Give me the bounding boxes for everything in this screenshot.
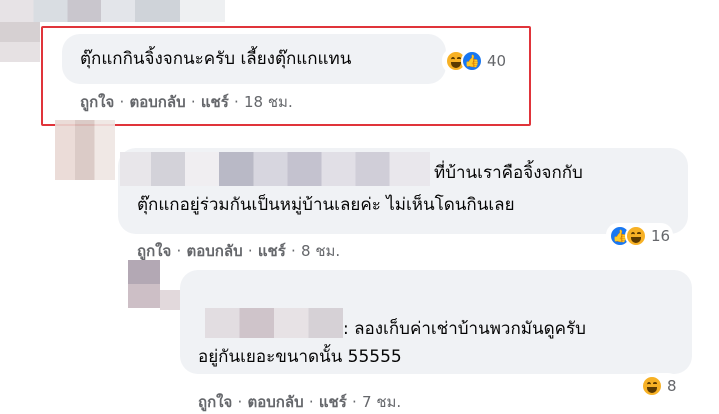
timestamp[interactable]: 7 ชม. <box>362 393 401 411</box>
comment-text-3b: อยู่กันเยอะขนาดนั้น 55555 <box>198 347 402 367</box>
pixelated-avatar-1b <box>0 22 40 62</box>
reaction-summary-2[interactable]: 👍 16 <box>606 223 674 249</box>
reply-button[interactable]: ตอบกลับ <box>187 242 243 260</box>
reply-button[interactable]: ตอบกลับ <box>248 393 304 411</box>
pixelated-avatar-2 <box>55 120 115 180</box>
reaction-summary-3[interactable]: 8 <box>638 373 680 399</box>
pixelated-avatar-3 <box>128 260 160 308</box>
like-button[interactable]: ถูกใจ <box>198 393 232 411</box>
comment-text-3a: : ลองเก็บค่าเช่าบ้านพวกมันดูครับ <box>343 319 586 339</box>
comment-actions-2: ถูกใจ · ตอบกลับ · แชร์ · 8 ชม. <box>137 242 341 260</box>
pixelated-name-3b <box>205 308 343 338</box>
share-button[interactable]: แชร์ <box>258 242 286 260</box>
reaction-count: 8 <box>667 377 677 395</box>
share-button[interactable]: แชร์ <box>319 393 347 411</box>
haha-icon <box>625 225 647 247</box>
timestamp[interactable]: 8 ชม. <box>301 242 340 260</box>
comment-text-2a: ที่บ้านเราคือจิ้งจกกับ <box>434 163 583 183</box>
pixelated-avatar-1 <box>0 0 225 22</box>
reaction-count: 16 <box>651 227 671 245</box>
comment-actions-3: ถูกใจ · ตอบกลับ · แชร์ · 7 ชม. <box>198 393 402 411</box>
pixelated-name-2 <box>120 152 430 186</box>
haha-icon <box>641 375 663 397</box>
like-button[interactable]: ถูกใจ <box>137 242 171 260</box>
highlight-box <box>41 26 531 126</box>
comment-text-2b: ตุ๊กแกอยู่ร่วมกันเป็นหมู่บ้านเลยค่ะ ไม่เ… <box>137 195 515 215</box>
